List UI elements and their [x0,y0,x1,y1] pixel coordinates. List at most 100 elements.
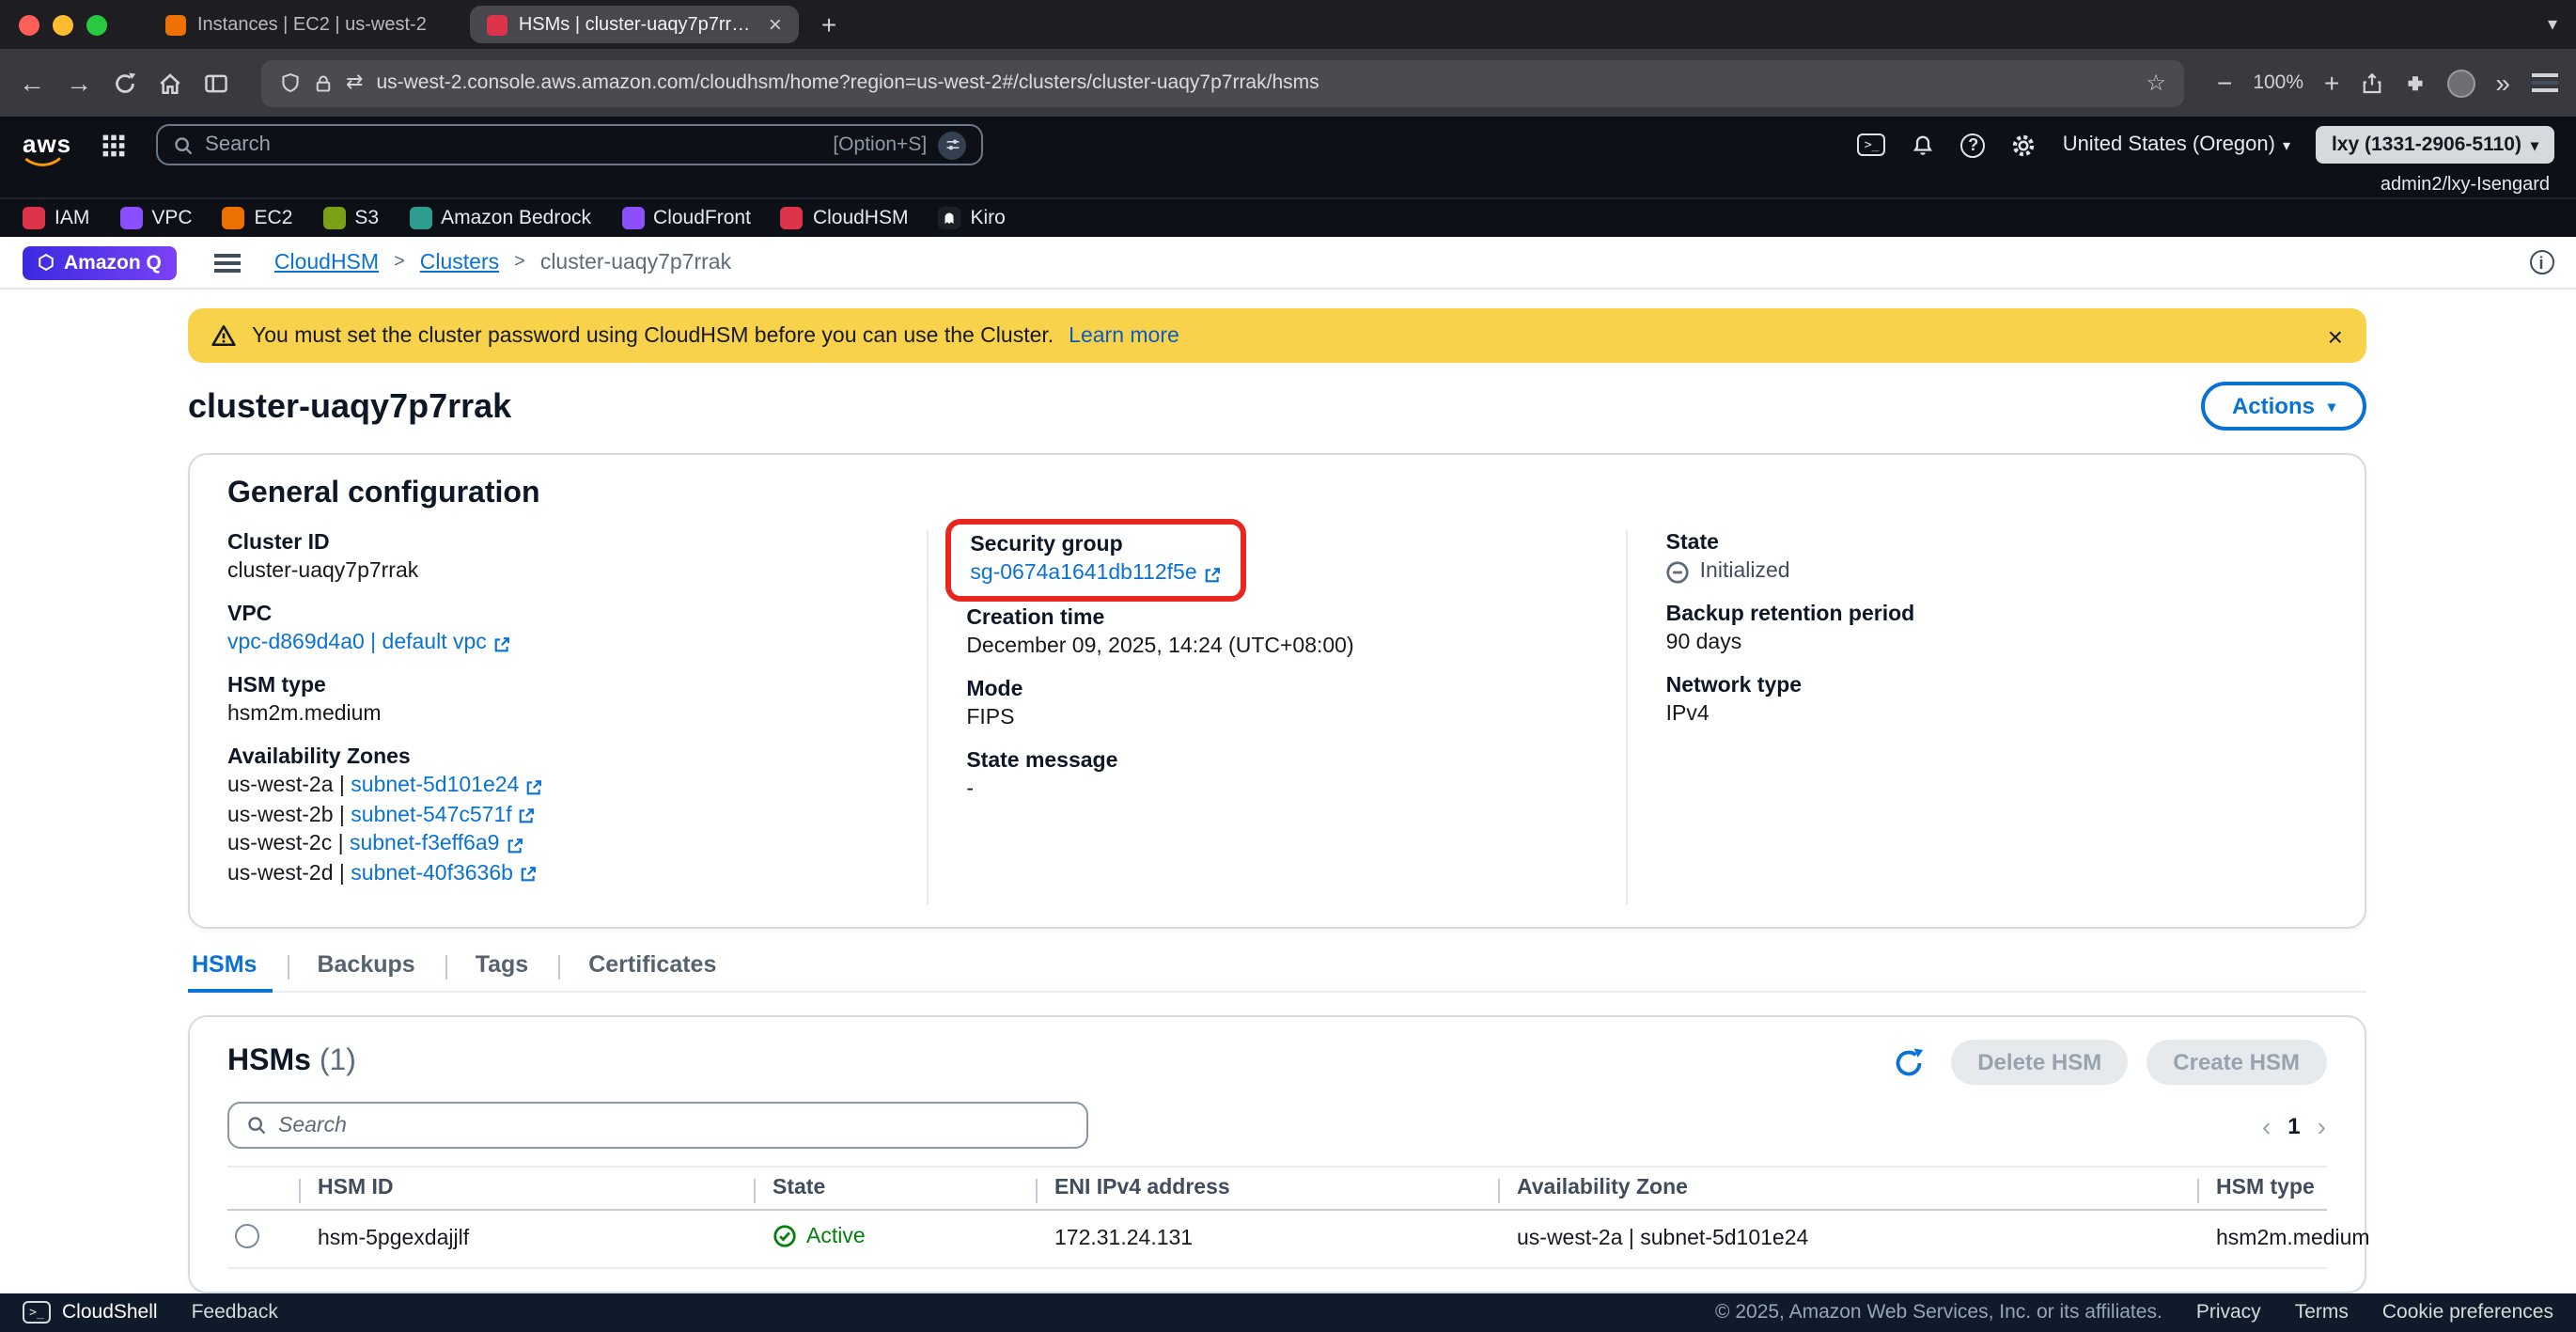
aws-console-header: aws [Option+S] >_ ? United States (Orego [0,117,2576,173]
external-link-icon [524,778,543,797]
browser-toolbar: ← → ⇄ us-west-2.console.aws.amazon.com/c… [0,49,2576,117]
maximize-window-button[interactable] [86,14,107,35]
page-number[interactable]: 1 [2287,1112,2300,1138]
browser-tab-cloudhsm[interactable]: HSMs | cluster-uaqy7p7rrak | Cl × [470,6,799,43]
favorite-s3[interactable]: S3 [322,207,379,229]
vpc-service-icon [119,207,142,229]
subnet-link[interactable]: subnet-5d101e24 [351,773,543,802]
create-hsm-button[interactable]: Create HSM [2147,1040,2326,1085]
field-creation-time: Creation time December 09, 2025, 14:24 (… [966,605,1588,662]
close-tab-icon[interactable]: × [769,13,782,36]
reload-button[interactable] [113,71,137,95]
favorite-cloudfront[interactable]: CloudFront [621,207,751,229]
close-window-button[interactable] [19,14,39,35]
previous-page-icon[interactable]: ‹ [2262,1110,2271,1140]
cookie-preferences-link[interactable]: Cookie preferences [2382,1301,2553,1324]
column-header-eni-ipv4[interactable]: ENI IPv4 address [1036,1177,1498,1199]
learn-more-link[interactable]: Learn more [1069,324,1179,347]
tab-tags[interactable]: Tags [445,951,559,991]
hsms-card-title: HSMs (1) [227,1045,356,1079]
minus-circle-icon [1666,560,1691,585]
permissions-icon[interactable]: ⇄ [346,72,363,93]
favorite-bedrock[interactable]: Amazon Bedrock [409,207,591,229]
field-availability-zones: Availability Zones us-west-2a | subnet-5… [227,744,889,889]
tab-list-caret-icon[interactable]: ▾ [2548,14,2557,35]
help-icon[interactable]: ? [1961,133,1986,157]
next-page-icon[interactable]: › [2318,1110,2326,1140]
profile-avatar[interactable] [2446,69,2475,97]
table-row[interactable]: hsm-5pgexdajjlf Active 172.31.24.131 us-… [227,1211,2326,1269]
favorite-iam[interactable]: IAM [23,207,89,229]
favorite-ec2[interactable]: EC2 [223,207,293,229]
subnet-link[interactable]: subnet-40f3636b [351,860,538,889]
column-header-state[interactable]: State [754,1177,1036,1199]
breadcrumb-clusters[interactable]: Clusters [420,251,499,274]
actions-button[interactable]: Actions▾ [2202,382,2365,431]
lock-icon[interactable] [314,72,333,93]
console-search-input[interactable] [205,133,821,156]
favorite-cloudhsm[interactable]: CloudHSM [781,207,909,229]
notifications-icon[interactable] [1912,133,1935,157]
row-radio-button[interactable] [235,1224,259,1248]
favorite-kiro[interactable]: Kiro [939,207,1006,229]
url-text[interactable]: us-west-2.console.aws.amazon.com/cloudhs… [376,71,2132,94]
subnet-link[interactable]: subnet-547c571f [351,802,536,831]
browser-tab-ec2[interactable]: Instances | EC2 | us-west-2 [148,6,444,43]
app-menu-icon[interactable] [2531,73,2557,92]
address-bar[interactable]: ⇄ us-west-2.console.aws.amazon.com/cloud… [261,59,2185,106]
settings-gear-icon[interactable] [2012,133,2037,157]
info-icon[interactable]: i [2529,250,2553,274]
tracking-protection-icon[interactable] [280,71,301,94]
favorite-vpc[interactable]: VPC [119,207,192,229]
feedback-link[interactable]: Feedback [192,1301,278,1324]
search-settings-icon[interactable] [938,131,966,159]
side-nav-toggle-icon[interactable] [214,253,241,272]
general-column-1: Cluster ID cluster-uaqy7p7rrak VPC vpc-d… [227,530,927,904]
apps-grid-icon[interactable] [101,133,126,157]
copyright-text: © 2025, Amazon Web Services, Inc. or its… [1715,1301,2162,1324]
breadcrumb-cloudhsm[interactable]: CloudHSM [274,251,379,274]
extensions-icon[interactable] [2403,71,2426,94]
privacy-link[interactable]: Privacy [2196,1301,2261,1324]
zoom-level[interactable]: 100% [2253,71,2303,94]
hsm-search[interactable] [227,1102,1088,1149]
overflow-menu-icon[interactable]: » [2495,70,2510,96]
terms-link[interactable]: Terms [2295,1301,2349,1324]
tab-certificates[interactable]: Certificates [558,951,746,991]
column-header-availability-zone[interactable]: Availability Zone [1498,1177,2197,1199]
zoom-in-button[interactable]: + [2324,70,2339,96]
column-header-hsm-id[interactable]: HSM ID [299,1177,754,1199]
zoom-out-button[interactable]: − [2217,70,2232,96]
console-search[interactable]: [Option+S] [156,124,983,165]
home-button[interactable] [158,71,182,95]
back-button[interactable]: ← [19,70,45,96]
forward-button[interactable]: → [66,70,92,96]
hsm-search-input[interactable] [278,1114,1069,1136]
warning-icon [211,323,237,348]
new-tab-button[interactable]: + [821,9,836,39]
delete-hsm-button[interactable]: Delete HSM [1951,1040,2128,1085]
external-link-icon [518,807,537,826]
tab-hsms[interactable]: HSMs [188,951,287,991]
tab-backups[interactable]: Backups [287,951,445,991]
minimize-window-button[interactable] [53,14,73,35]
tab-title: Instances | EC2 | us-west-2 [197,14,427,35]
vpc-link[interactable]: vpc-d869d4a0 | default vpc [227,630,511,658]
account-menu-button[interactable]: lxy (1331-2906-5110)▾ [2317,126,2553,164]
aws-logo[interactable]: aws [23,128,71,162]
bookmark-star-icon[interactable]: ☆ [2146,71,2166,94]
general-configuration-card: General configuration Cluster ID cluster… [188,453,2365,929]
cloudshell-button[interactable]: >_ CloudShell [23,1301,158,1324]
dismiss-banner-icon[interactable]: × [2328,321,2343,351]
refresh-button[interactable] [1893,1046,1925,1078]
account-user-row: admin2/lxy-Isengard [0,173,2576,197]
external-link-icon [492,635,511,653]
amazon-q-button[interactable]: Amazon Q [23,245,177,279]
cloudshell-icon[interactable]: >_ [1858,133,1886,156]
region-selector[interactable]: United States (Oregon)▾ [2063,133,2290,156]
subnet-link[interactable]: subnet-f3eff6a9 [350,831,523,860]
security-group-link[interactable]: sg-0674a1641db112f5e [970,560,1221,588]
column-header-hsm-type[interactable]: HSM type [2197,1177,2326,1199]
share-icon[interactable] [2360,71,2382,95]
sidebar-toggle-button[interactable] [203,71,229,95]
